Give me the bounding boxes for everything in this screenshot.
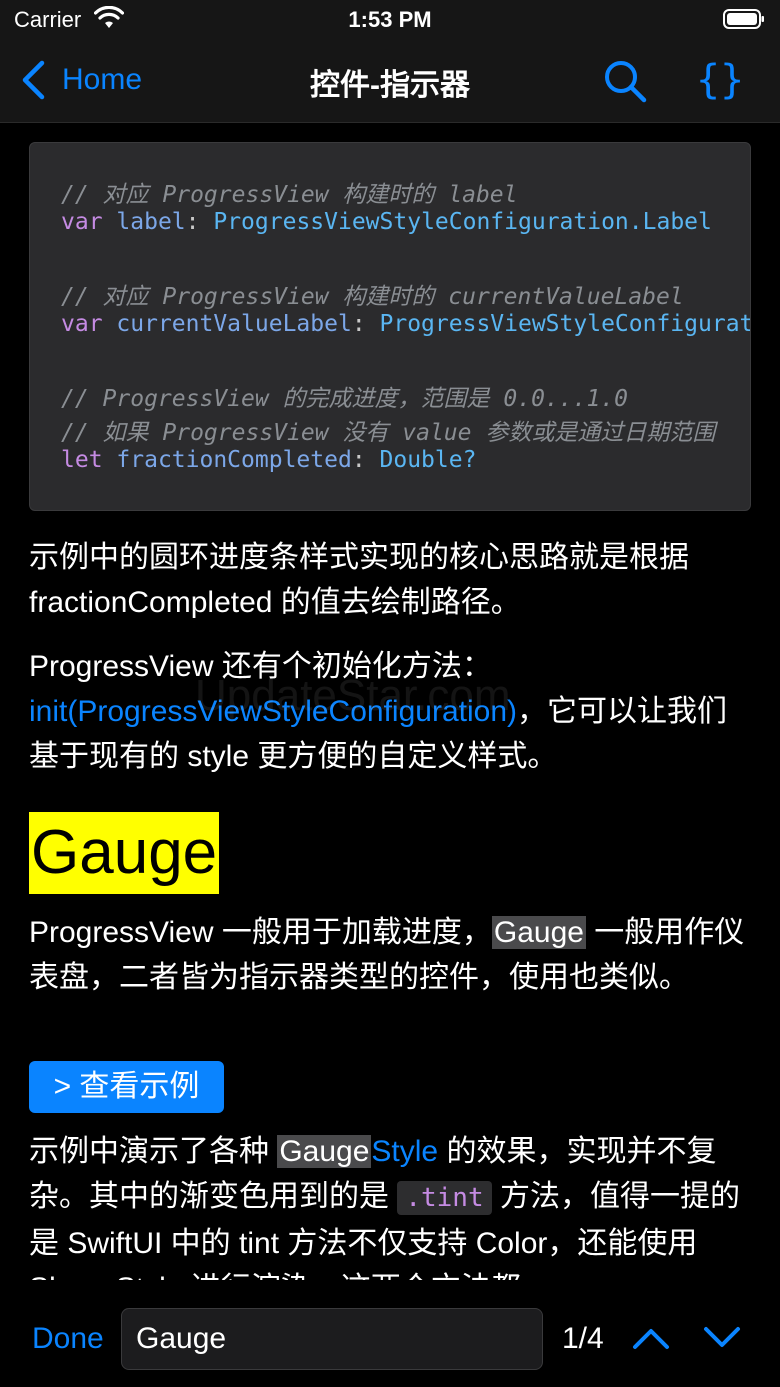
search-match-highlight: Gauge [491, 916, 586, 949]
inline-code: .tint [397, 1181, 492, 1215]
clock: 1:53 PM [348, 7, 432, 32]
watermark: UpdateStar.com [195, 671, 511, 720]
match-count: 1/4 [562, 1322, 604, 1355]
done-button[interactable]: Done [32, 1322, 104, 1356]
search-match-highlight: Gauge [277, 1135, 372, 1168]
code-type: ProgressViewStyleConfiguration.Label [213, 209, 712, 235]
code-line-1: // 对应 ProgressView 构建时的 label [61, 182, 518, 208]
code-block: // 对应 ProgressView 构建时的 label var label:… [29, 142, 751, 511]
gaugestyle-link[interactable]: Style [371, 1135, 438, 1168]
code-keyword: let [61, 447, 103, 473]
code-variable: fractionCompleted [116, 447, 352, 473]
code-variable: currentValueLabel [116, 311, 352, 337]
code-line-3: // 对应 ProgressView 构建时的 currentValueLabe… [61, 284, 684, 310]
search-icon[interactable] [602, 58, 648, 104]
view-example-button[interactable]: > 查看示例 [29, 1061, 224, 1113]
paragraph-3: ProgressView 一般用于加载进度，Gauge 一般用作仪表盘，二者皆为… [29, 910, 751, 1000]
paragraph-4-prefix: 示例中演示了各种 [29, 1135, 278, 1168]
braces-icon[interactable]: {} [696, 54, 744, 106]
code-keyword: var [61, 311, 103, 337]
find-bar: Done Gauge 1/4 [0, 1280, 780, 1387]
paragraph-4: 示例中演示了各种 GaugeStyle 的效果，实现并不复杂。其中的渐变色用到的… [29, 1129, 751, 1280]
chevron-up-icon[interactable] [632, 1325, 670, 1351]
navigation-bar: Home 控件-指示器 {} [0, 40, 780, 123]
paragraph-3-prefix: ProgressView 一般用于加载进度， [29, 916, 492, 949]
code-line-7: let fractionCompleted: Double? [61, 447, 477, 473]
status-bar: Carrier 1:53 PM [0, 0, 780, 40]
code-line-4: var currentValueLabel: ProgressViewStyle… [61, 311, 751, 337]
battery-icon [723, 9, 764, 29]
code-type: Double? [379, 447, 477, 473]
code-line-6: // 如果 ProgressView 没有 value 参数或是通过日期范围 [61, 420, 716, 446]
code-variable: label [116, 209, 186, 235]
code-line-5: // ProgressView 的完成进度，范围是 0.0...1.0 [61, 386, 629, 412]
chevron-down-icon[interactable] [703, 1325, 741, 1351]
page-title: 控件-指示器 [310, 69, 470, 102]
code-type: ProgressViewStyleConfiguration.CurrentVa… [379, 311, 751, 337]
find-input[interactable]: Gauge [121, 1308, 543, 1370]
article-content: // 对应 ProgressView 构建时的 label var label:… [0, 122, 780, 1280]
section-heading: Gauge [29, 812, 220, 894]
code-line-2: var label: ProgressViewStyleConfiguratio… [61, 209, 712, 235]
paragraph-1: 示例中的圆环进度条样式实现的核心思路就是根据 fractionCompleted… [29, 541, 689, 619]
code-keyword: var [61, 209, 103, 235]
